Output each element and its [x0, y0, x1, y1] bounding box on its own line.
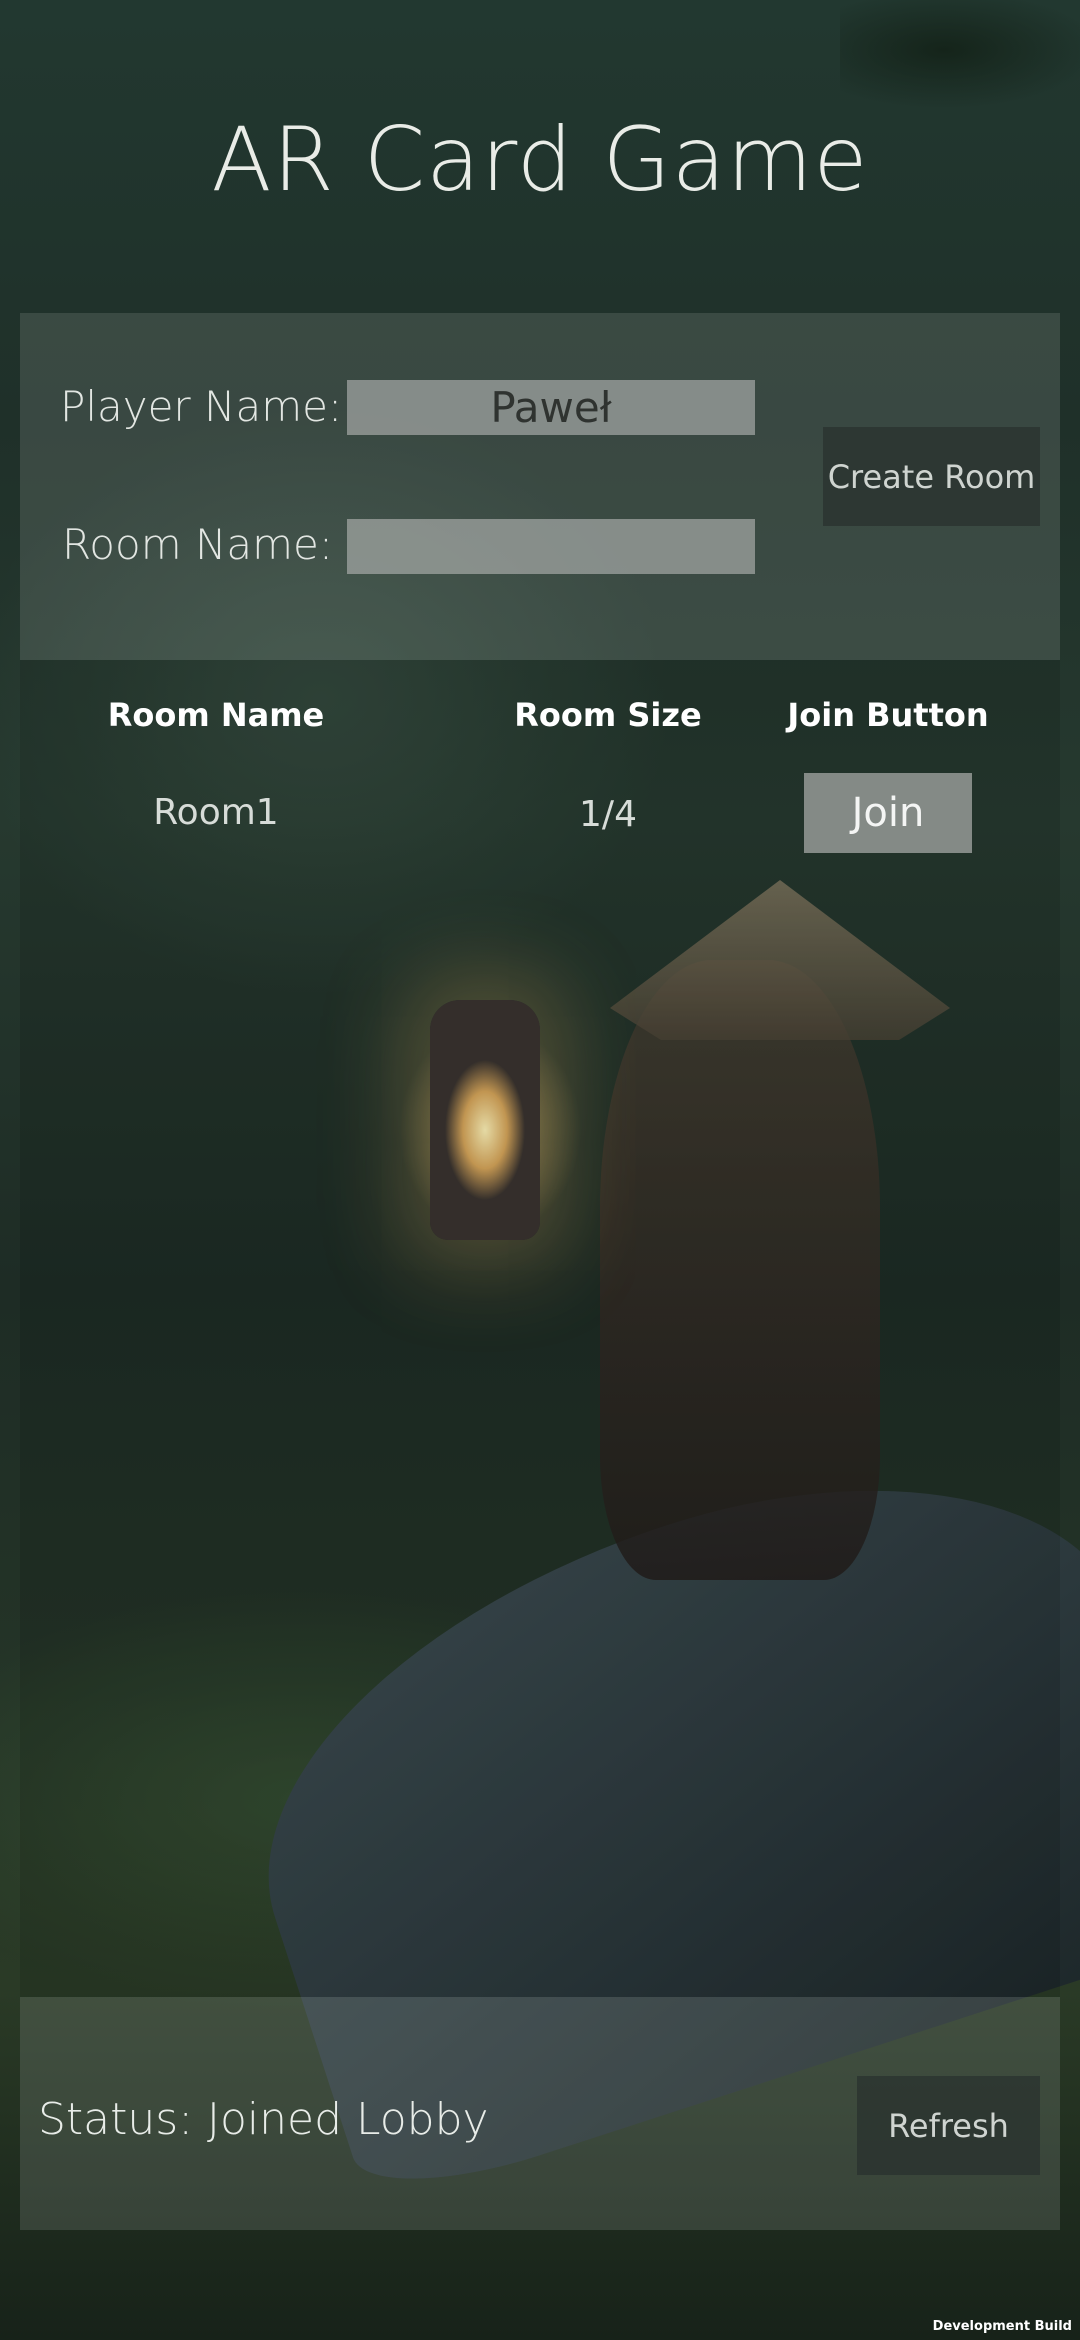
- room-row-name: Room1: [153, 792, 279, 833]
- header-room-name: Room Name: [107, 696, 325, 734]
- development-build-label: Development Build: [932, 2319, 1072, 2334]
- foliage-decoration: [840, 0, 1080, 110]
- refresh-button[interactable]: Refresh: [857, 2076, 1040, 2175]
- header-join-button: Join Button: [787, 696, 989, 734]
- join-room-button[interactable]: Join: [804, 773, 972, 853]
- room-name-label: Room Name:: [62, 520, 334, 569]
- create-room-button[interactable]: Create Room: [823, 427, 1040, 526]
- player-name-label: Player Name:: [60, 382, 343, 431]
- player-name-input[interactable]: [347, 380, 755, 435]
- header-room-size: Room Size: [514, 696, 702, 734]
- room-row-size: 1/4: [579, 794, 637, 835]
- app-title: AR Card Game: [211, 108, 869, 211]
- room-list-panel: [20, 660, 1060, 1997]
- room-name-input[interactable]: [347, 519, 755, 574]
- status-text: Status: Joined Lobby: [38, 2094, 489, 2145]
